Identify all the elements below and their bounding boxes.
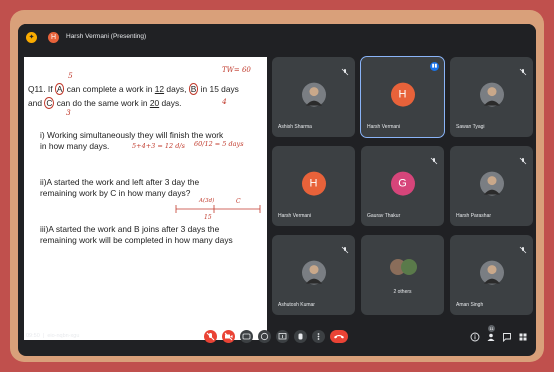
worker-c: C [44, 97, 55, 109]
meeting-info: 09:50 | eio-nqbn-xgu [26, 333, 80, 339]
presenter-label: Harsh Vermani (Presenting) [66, 33, 147, 40]
present-icon[interactable] [276, 330, 289, 343]
question-line-1: Q11. If A can complete a work in 12 days… [28, 83, 266, 95]
text-fragment: in 15 days [198, 84, 239, 94]
profile-photo [479, 82, 504, 107]
muted-mic-icon [341, 241, 349, 254]
participant-name: 2 others [393, 289, 412, 295]
profile-photo [479, 171, 504, 196]
info-icon[interactable] [470, 332, 480, 344]
pin-icon[interactable]: ✦ [26, 32, 37, 43]
participant-name: Gaurav Thakur [367, 213, 401, 219]
participant-name: Harsh Vermani [278, 213, 312, 219]
question-line-2: and C can do the same work in 20 days. [28, 97, 266, 109]
meeting-code: eio-nqbn-xgu [47, 333, 80, 339]
participant-tile[interactable]: H ▮▮ Harsh Vermani [360, 56, 445, 138]
participant-tile[interactable]: Aman Singh [450, 235, 533, 315]
emoji-icon[interactable] [258, 330, 271, 343]
presentation-slide: Q11. If A can complete a work in 12 days… [24, 57, 267, 340]
division-note: 60/12 = 5 days [194, 140, 244, 148]
meet-window: ✦ H Harsh Vermani (Presenting) Q11. If A… [18, 24, 536, 356]
rate-b-note: 4 [222, 97, 227, 106]
presenter-avatar: H [48, 32, 59, 43]
initial-avatar: H [301, 171, 326, 196]
mic-off-icon[interactable] [204, 330, 217, 343]
days-20: 20 [149, 98, 160, 108]
participant-tile[interactable]: H Harsh Vermani [272, 146, 355, 226]
speaking-indicator-icon: ▮▮ [430, 62, 439, 71]
profile-photo [301, 260, 326, 285]
participant-name: Harsh Vermani [367, 124, 401, 130]
top-bar: ✦ H Harsh Vermani (Presenting) [18, 24, 536, 52]
raise-hand-icon[interactable] [294, 330, 307, 343]
participant-tile[interactable]: Sawan Tyagi [450, 57, 533, 137]
muted-mic-icon [341, 63, 349, 76]
part-2-line-1: ii)A started the work and left after 3 d… [40, 177, 200, 187]
participant-tile[interactable]: Harsh Parashar [450, 146, 533, 226]
participant-count-badge: 11 [488, 325, 495, 332]
more-icon[interactable] [312, 330, 325, 343]
profile-photo [479, 260, 504, 285]
participant-tile[interactable]: Ashutosh Kumar [272, 235, 355, 315]
text-fragment: and [28, 98, 45, 108]
bar-label-15: 15 [204, 214, 212, 221]
initial-avatar: H [390, 82, 415, 107]
meeting-time: 09:50 [26, 333, 40, 339]
text-fragment: days, [164, 84, 189, 94]
people-icon[interactable] [486, 332, 496, 344]
part-3-line-2: remaining work will be completed in how … [40, 235, 233, 245]
profile-photo [301, 82, 326, 107]
days-12: 12 [154, 84, 165, 94]
text-fragment: can complete a work in [64, 84, 155, 94]
worker-a: A [54, 83, 65, 95]
work-bar-sketch [175, 205, 261, 213]
question-number: Q11. [28, 84, 46, 94]
muted-mic-icon [519, 152, 527, 165]
muted-mic-icon [519, 63, 527, 76]
participant-name: Aman Singh [456, 302, 484, 308]
group-avatars [388, 257, 418, 282]
participant-name: Harsh Parashar [456, 213, 492, 219]
end-call-icon[interactable] [330, 330, 348, 343]
part-3-line-1: iii)A started the work and B joins after… [40, 224, 220, 234]
rate-a-note: 5 [68, 71, 73, 80]
text-fragment: If [45, 84, 55, 94]
text-fragment: can do the same work in [54, 98, 150, 108]
initial-avatar: G [390, 171, 415, 196]
activities-icon[interactable] [518, 332, 528, 344]
muted-mic-icon [519, 241, 527, 254]
total-work-note: TW= 60 [222, 66, 251, 74]
sum-note: 5+4+3 = 12 d/s [132, 142, 185, 150]
participant-name: Ashish Sharma [278, 124, 312, 130]
captions-icon[interactable] [240, 330, 253, 343]
participant-name: Sawan Tyagi [456, 124, 485, 130]
text-fragment: days. [159, 98, 182, 108]
participant-tile[interactable]: Ashish Sharma [272, 57, 355, 137]
muted-mic-icon [430, 152, 438, 165]
rate-c-note: 3 [66, 108, 71, 117]
chat-icon[interactable] [502, 332, 512, 344]
participant-name: Ashutosh Kumar [278, 302, 315, 308]
part-1-line-2: in how many days. [40, 141, 110, 151]
participant-tile[interactable]: G Gaurav Thakur [361, 146, 444, 226]
worker-b: B [188, 83, 199, 95]
camera-off-icon[interactable] [222, 330, 235, 343]
participant-tile[interactable]: 2 others [361, 235, 444, 315]
